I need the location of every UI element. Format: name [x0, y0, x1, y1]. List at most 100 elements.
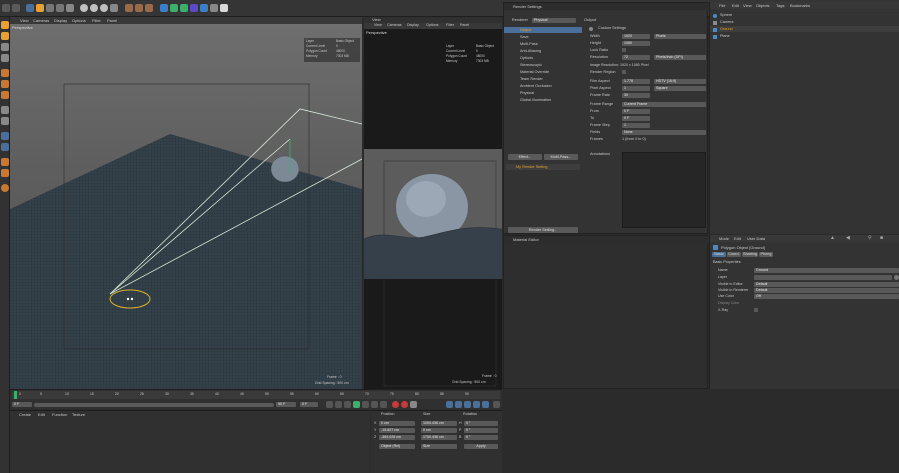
pixel-aspect-field[interactable] — [622, 86, 650, 91]
coords-apply-button[interactable]: Apply — [464, 444, 498, 449]
go-to-start-icon[interactable] — [326, 401, 333, 408]
tab-shading[interactable]: Shading — [742, 252, 758, 257]
prev-frame-icon[interactable] — [344, 401, 351, 408]
lock-icon[interactable]: ■ — [880, 236, 885, 241]
tab-coord[interactable]: Coord. — [727, 252, 741, 257]
texture-mode-icon[interactable] — [1, 43, 9, 51]
lock-ratio-checkbox[interactable] — [622, 48, 626, 52]
prev-key-icon[interactable] — [335, 401, 342, 408]
attr-visible-editor-dropdown[interactable] — [754, 282, 899, 287]
render-region-checkbox[interactable] — [622, 70, 626, 74]
fields-dropdown[interactable] — [622, 130, 706, 135]
attr-use-color-dropdown[interactable] — [754, 294, 899, 299]
polygons-mode-icon[interactable] — [1, 91, 9, 99]
make-editable-icon[interactable] — [1, 21, 9, 29]
left-viewport-menu-view[interactable]: View — [20, 18, 29, 23]
effect-button[interactable]: Effect... — [508, 154, 542, 160]
coordinate-system-icon[interactable] — [110, 4, 118, 12]
planar-workplane-icon[interactable] — [1, 158, 9, 166]
attr-menu-mode[interactable]: Mode — [719, 236, 729, 241]
timeline-menu-icon[interactable] — [493, 401, 500, 408]
attr-visible-renderer-dropdown[interactable] — [754, 288, 899, 293]
left-viewport-canvas[interactable]: Perspective Layer Basic Object Current L… — [10, 24, 362, 389]
snap-icon[interactable] — [1, 132, 9, 140]
points-mode-icon[interactable] — [1, 69, 9, 77]
render-settings-item-team-render[interactable]: Team Render — [504, 76, 543, 82]
render-settings-item-physical[interactable]: Physical — [504, 90, 534, 96]
render-setting-entry[interactable]: My Render Setting — [506, 164, 580, 170]
scale-icon[interactable] — [46, 4, 54, 12]
right-viewport-canvas[interactable]: Perspective Layer Basic Object Current L… — [364, 29, 502, 389]
timeline-playhead[interactable] — [14, 391, 17, 399]
preset-arrow-icon[interactable] — [589, 26, 593, 31]
left-viewport-menu-panel[interactable]: Panel — [107, 18, 117, 23]
render-settings-item-global-illumination[interactable]: Global Illumination — [504, 97, 551, 103]
deformer-icon[interactable] — [190, 4, 198, 12]
record-key-icon[interactable] — [392, 401, 399, 408]
objects-menu-view[interactable]: View — [743, 3, 752, 8]
timeline-range-slider[interactable] — [34, 402, 274, 407]
keyframe-selection-icon[interactable] — [410, 401, 417, 408]
render-settings-icon[interactable] — [145, 4, 153, 12]
layout-icon[interactable] — [1, 184, 9, 192]
materials-menu-create[interactable]: Create — [19, 413, 31, 417]
next-key-icon[interactable] — [371, 401, 378, 408]
edges-mode-icon[interactable] — [1, 80, 9, 88]
search-icon[interactable]: ⚲ — [868, 236, 873, 241]
render-settings-item-antialiasing[interactable]: Anti-Aliasing — [504, 48, 541, 54]
attr-layer-field[interactable] — [754, 275, 892, 280]
render-settings-item-material-override[interactable]: Material Override — [504, 69, 549, 75]
render-settings-item-stereoscopic[interactable]: Stereoscopic — [504, 62, 542, 68]
left-viewport-menu-options[interactable]: Options — [72, 18, 86, 23]
attr-xray-checkbox[interactable] — [754, 308, 758, 312]
layer-link-icon[interactable] — [894, 275, 899, 280]
y-axis-icon[interactable] — [90, 4, 98, 12]
frame-step-field[interactable] — [622, 123, 650, 128]
materials-menu-texture[interactable]: Texture — [72, 413, 85, 417]
object-row-ground[interactable]: Ground — [710, 26, 899, 32]
right-viewport-menu-options[interactable]: Options — [426, 23, 438, 28]
object-row-camera[interactable]: Camera — [710, 19, 899, 25]
attr-menu-user-data[interactable]: User Data — [747, 236, 765, 241]
key-position-icon[interactable] — [446, 401, 453, 408]
next-frame-icon[interactable] — [362, 401, 369, 408]
objects-menu-tags[interactable]: Tags — [776, 3, 784, 8]
left-viewport-menu-filter[interactable]: Filter — [92, 18, 101, 23]
camera-icon[interactable] — [210, 4, 218, 12]
go-to-end-icon[interactable] — [380, 401, 387, 408]
back-icon[interactable]: ◀ — [846, 236, 851, 241]
left-viewport-menu-display[interactable]: Display — [54, 18, 67, 23]
right-viewport-menu-view[interactable]: View — [374, 23, 382, 28]
model-mode-icon[interactable] — [1, 32, 9, 40]
navigate-up-icon[interactable]: ▲ — [830, 236, 835, 241]
object-row-plane[interactable]: Plane — [710, 33, 899, 39]
play-icon[interactable] — [353, 401, 360, 408]
render-settings-item-save[interactable]: Save — [504, 34, 529, 40]
render-settings-item-ambient-occlusion[interactable]: Ambient Occlusion — [504, 83, 552, 89]
render-settings-item-options[interactable]: Options — [504, 55, 533, 61]
key-scale-icon[interactable] — [464, 401, 471, 408]
objects-menu-bookmarks[interactable]: Bookmarks — [790, 3, 810, 8]
left-viewport-menu-cameras[interactable]: Cameras — [33, 18, 49, 23]
render-settings-item-output[interactable]: Output — [504, 27, 582, 33]
live-select-icon[interactable] — [26, 4, 34, 12]
attr-menu-edit[interactable]: Edit — [734, 236, 741, 241]
objects-menu-file[interactable]: File — [719, 3, 725, 8]
multipass-button[interactable]: Multi-Pass... — [544, 154, 578, 160]
render-picture-viewer-icon[interactable] — [135, 4, 143, 12]
render-setting-button[interactable]: Render Setting... — [508, 227, 578, 233]
light-icon[interactable] — [220, 4, 228, 12]
materials-menu-edit[interactable]: Edit — [38, 413, 45, 417]
solo-icon[interactable] — [1, 169, 9, 177]
floor-icon[interactable] — [200, 4, 208, 12]
right-viewport-menu-cameras[interactable]: Cameras — [387, 23, 402, 28]
recent-tool-icon[interactable] — [66, 4, 74, 12]
key-rotation-icon[interactable] — [455, 401, 462, 408]
autokey-icon[interactable] — [401, 401, 408, 408]
key-param-icon[interactable] — [473, 401, 480, 408]
z-axis-icon[interactable] — [100, 4, 108, 12]
right-viewport-menu-filter[interactable]: Filter — [446, 23, 454, 28]
tab-basic[interactable]: Basic — [712, 252, 726, 257]
cube-icon[interactable] — [160, 4, 168, 12]
move-icon[interactable] — [36, 4, 44, 12]
